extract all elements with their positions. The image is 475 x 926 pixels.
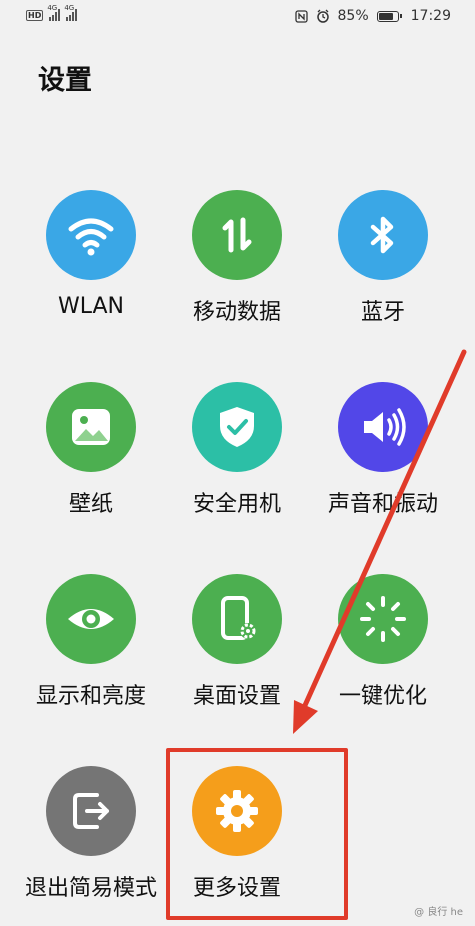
- nfc-icon: [294, 9, 308, 23]
- display-tile[interactable]: 显示和亮度: [16, 574, 166, 710]
- desktop-tile[interactable]: 桌面设置: [162, 574, 312, 710]
- optimize-icon: [360, 596, 406, 642]
- watermark: @ 良行 he: [414, 907, 463, 918]
- desktop-label: 桌面设置: [192, 684, 281, 709]
- bluetooth-tile[interactable]: 蓝牙: [308, 190, 458, 326]
- page-title: 设置: [38, 65, 92, 96]
- signal-icon: 4G: [47, 4, 61, 21]
- wallpaper-label: 壁纸: [68, 492, 113, 517]
- display-icon-circle[interactable]: [46, 574, 136, 664]
- wallpaper-icon-circle[interactable]: [46, 382, 136, 472]
- battery-icon: [376, 10, 402, 22]
- wifi-icon: [68, 218, 114, 256]
- alarm-icon: [316, 9, 329, 23]
- exit-icon: [73, 793, 109, 829]
- optimize-tile[interactable]: 一键优化: [308, 574, 458, 710]
- wlan-tile[interactable]: WLAN: [16, 190, 166, 319]
- status-bar: HD 4G 4G 85% 17:29: [0, 0, 475, 36]
- exit-icon-circle[interactable]: [46, 766, 136, 856]
- sound-tile[interactable]: 声音和振动: [308, 382, 458, 518]
- bluetooth-icon-circle[interactable]: [338, 190, 428, 280]
- desktop-icon-circle[interactable]: [192, 574, 282, 664]
- phone-settings-icon: [221, 596, 256, 640]
- exit-simple-mode-tile[interactable]: 退出简易模式: [16, 766, 166, 902]
- battery-percent: 85%: [337, 8, 369, 24]
- eye-icon: [68, 609, 114, 629]
- mobile-data-tile[interactable]: 移动数据: [162, 190, 312, 326]
- sound-icon-circle[interactable]: [338, 382, 428, 472]
- battery-fill: [378, 12, 394, 20]
- display-label: 显示和亮度: [35, 684, 146, 709]
- mobile-data-icon-circle[interactable]: [192, 190, 282, 280]
- security-icon-circle[interactable]: [192, 382, 282, 472]
- network-type-2: 4G: [64, 4, 75, 12]
- bluetooth-label: 蓝牙: [360, 300, 405, 325]
- status-bar-right: 85% 17:29: [294, 8, 451, 24]
- shield-icon: [220, 407, 254, 447]
- wlan-icon-circle[interactable]: [46, 190, 136, 280]
- exit-simple-mode-label: 退出简易模式: [24, 876, 157, 901]
- optimize-label: 一键优化: [338, 684, 427, 709]
- security-tile[interactable]: 安全用机: [162, 382, 312, 518]
- security-label: 安全用机: [192, 492, 281, 517]
- mobile-data-icon: [222, 217, 252, 253]
- wallpaper-icon: [72, 409, 110, 445]
- highlight-box: [166, 748, 348, 920]
- optimize-icon-circle[interactable]: [338, 574, 428, 664]
- network-type: 4G: [47, 4, 58, 12]
- wlan-label: WLAN: [57, 294, 125, 319]
- status-bar-left: HD 4G 4G: [26, 4, 78, 21]
- bluetooth-icon: [370, 216, 394, 254]
- sound-label: 声音和振动: [327, 492, 438, 517]
- mobile-data-label: 移动数据: [192, 300, 281, 325]
- wallpaper-tile[interactable]: 壁纸: [16, 382, 166, 518]
- signal-icon-2: 4G: [64, 4, 78, 21]
- hd-badge: HD: [26, 9, 44, 21]
- speaker-icon: [364, 408, 406, 446]
- clock: 17:29: [410, 8, 451, 24]
